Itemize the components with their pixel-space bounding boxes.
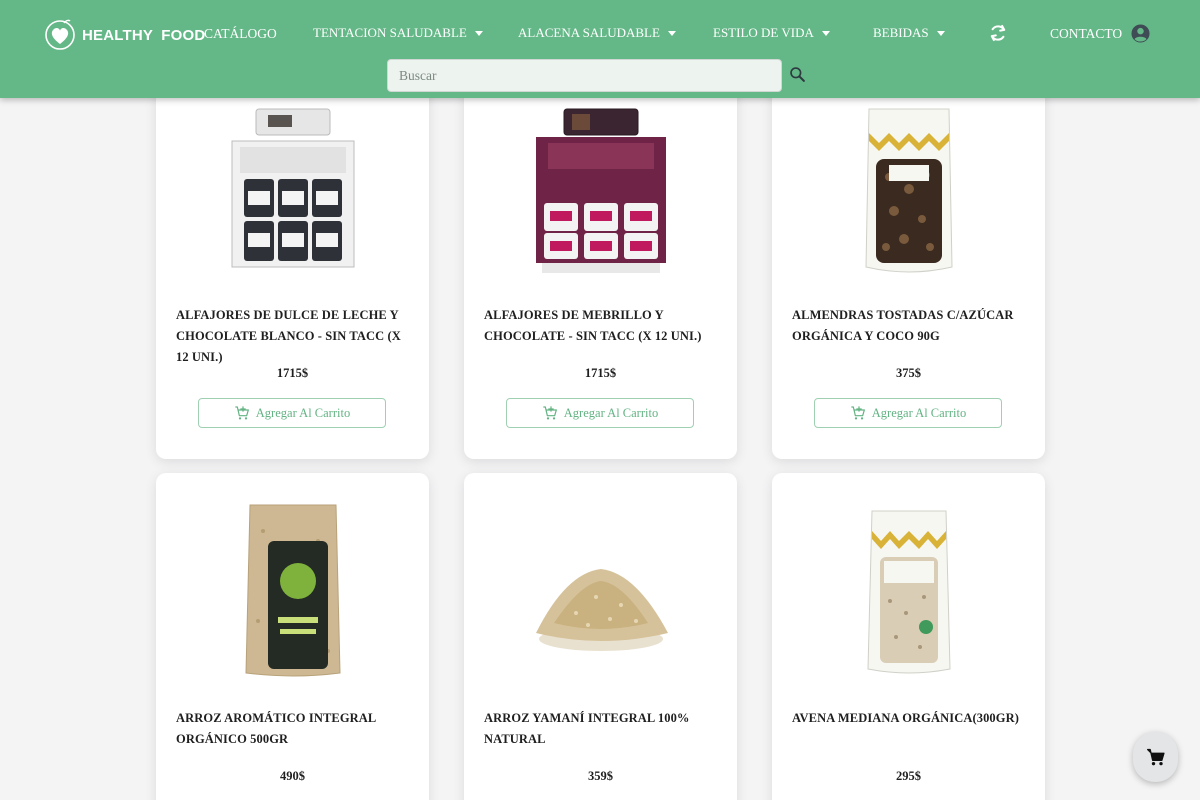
user-icon[interactable] bbox=[1131, 24, 1150, 43]
product-image-avena-bag[interactable] bbox=[834, 501, 984, 681]
product-name[interactable]: ALFAJORES DE MEBRILLO Y CHOCOLATE - SIN … bbox=[484, 305, 719, 347]
floating-cart-button[interactable] bbox=[1133, 732, 1178, 782]
nav-alacena-label: ALACENA SALUDABLE bbox=[518, 25, 660, 40]
caret-down-icon bbox=[821, 30, 830, 36]
add-to-cart-label: Agregar Al Carrito bbox=[255, 405, 351, 420]
caret-down-icon bbox=[936, 30, 945, 36]
add-cart-icon bbox=[851, 406, 865, 420]
product-card[interactable]: ALFAJORES DE MEBRILLO Y CHOCOLATE - SIN … bbox=[464, 70, 737, 459]
nav-tentacion-label: TENTACION SALUDABLE bbox=[313, 25, 467, 40]
nav-catalogo[interactable]: CATÁLOGO bbox=[204, 26, 277, 42]
product-image-arroz-aromatico-bag[interactable] bbox=[218, 501, 368, 681]
nav-bebidas[interactable]: BEBIDAS bbox=[873, 25, 945, 41]
product-card[interactable]: ARROZ AROMÁTICO INTEGRAL ORGÁNICO 500GR … bbox=[156, 473, 429, 800]
product-image-arroz-yamani-pile[interactable] bbox=[526, 501, 676, 681]
cart-icon bbox=[1146, 748, 1165, 766]
brand-name: HEALTHY FOOD bbox=[82, 26, 206, 44]
nav-tentacion-saludable[interactable]: TENTACION SALUDABLE bbox=[313, 25, 483, 41]
product-price: 490$ bbox=[280, 769, 305, 783]
heart-logo-icon bbox=[45, 19, 75, 50]
caret-down-icon bbox=[667, 30, 676, 36]
product-card[interactable]: AVENA MEDIANA ORGÁNICA(300GR) 295$ bbox=[772, 473, 1045, 800]
product-card[interactable]: ARROZ YAMANÍ INTEGRAL 100% NATURAL 359$ bbox=[464, 473, 737, 800]
nav-bebidas-label: BEBIDAS bbox=[873, 25, 929, 40]
nav-estilo-label: ESTILO DE VIDA bbox=[713, 25, 814, 40]
product-card[interactable]: ALFAJORES DE DULCE DE LECHE Y CHOCOLATE … bbox=[156, 70, 429, 459]
product-name[interactable]: ALFAJORES DE DULCE DE LECHE Y CHOCOLATE … bbox=[176, 305, 411, 368]
nav-alacena-saludable[interactable]: ALACENA SALUDABLE bbox=[518, 25, 676, 41]
product-name[interactable]: ARROZ YAMANÍ INTEGRAL 100% NATURAL bbox=[484, 708, 719, 750]
refresh-icon[interactable] bbox=[988, 23, 1008, 43]
product-price: 295$ bbox=[896, 769, 921, 783]
product-name[interactable]: ARROZ AROMÁTICO INTEGRAL ORGÁNICO 500GR bbox=[176, 708, 411, 750]
product-card[interactable]: ALMENDRAS TOSTADAS C/AZÚCAR ORGÁNICA Y C… bbox=[772, 70, 1045, 459]
product-image-alfajores-membrillo-box[interactable] bbox=[526, 107, 676, 277]
brand[interactable]: HEALTHY FOOD bbox=[44, 17, 205, 53]
add-to-cart-button[interactable]: Agregar Al Carrito bbox=[198, 398, 386, 428]
product-image-alfajores-box[interactable] bbox=[218, 107, 368, 277]
product-price: 1715$ bbox=[584, 366, 617, 380]
nav-contacto[interactable]: CONTACTO bbox=[1050, 26, 1122, 42]
add-cart-icon bbox=[235, 406, 249, 420]
add-to-cart-label: Agregar Al Carrito bbox=[871, 405, 967, 420]
add-to-cart-button[interactable]: Agregar Al Carrito bbox=[506, 398, 694, 428]
product-price: 1715$ bbox=[276, 366, 309, 380]
add-to-cart-label: Agregar Al Carrito bbox=[563, 405, 659, 420]
caret-down-icon bbox=[474, 30, 483, 36]
product-price: 375$ bbox=[896, 366, 921, 380]
product-name[interactable]: AVENA MEDIANA ORGÁNICA(300GR) bbox=[792, 708, 1027, 729]
product-name[interactable]: ALMENDRAS TOSTADAS C/AZÚCAR ORGÁNICA Y C… bbox=[792, 305, 1027, 347]
add-cart-icon bbox=[543, 406, 557, 420]
search-input[interactable] bbox=[387, 59, 782, 92]
add-to-cart-button[interactable]: Agregar Al Carrito bbox=[814, 398, 1002, 428]
product-image-almendras-bag[interactable] bbox=[834, 107, 984, 277]
nav-estilo-de-vida[interactable]: ESTILO DE VIDA bbox=[713, 25, 830, 41]
product-price: 359$ bbox=[588, 769, 613, 783]
top-navbar: HEALTHY FOOD CATÁLOGO TENTACION SALUDABL… bbox=[0, 0, 1200, 98]
search-icon[interactable] bbox=[789, 66, 806, 83]
